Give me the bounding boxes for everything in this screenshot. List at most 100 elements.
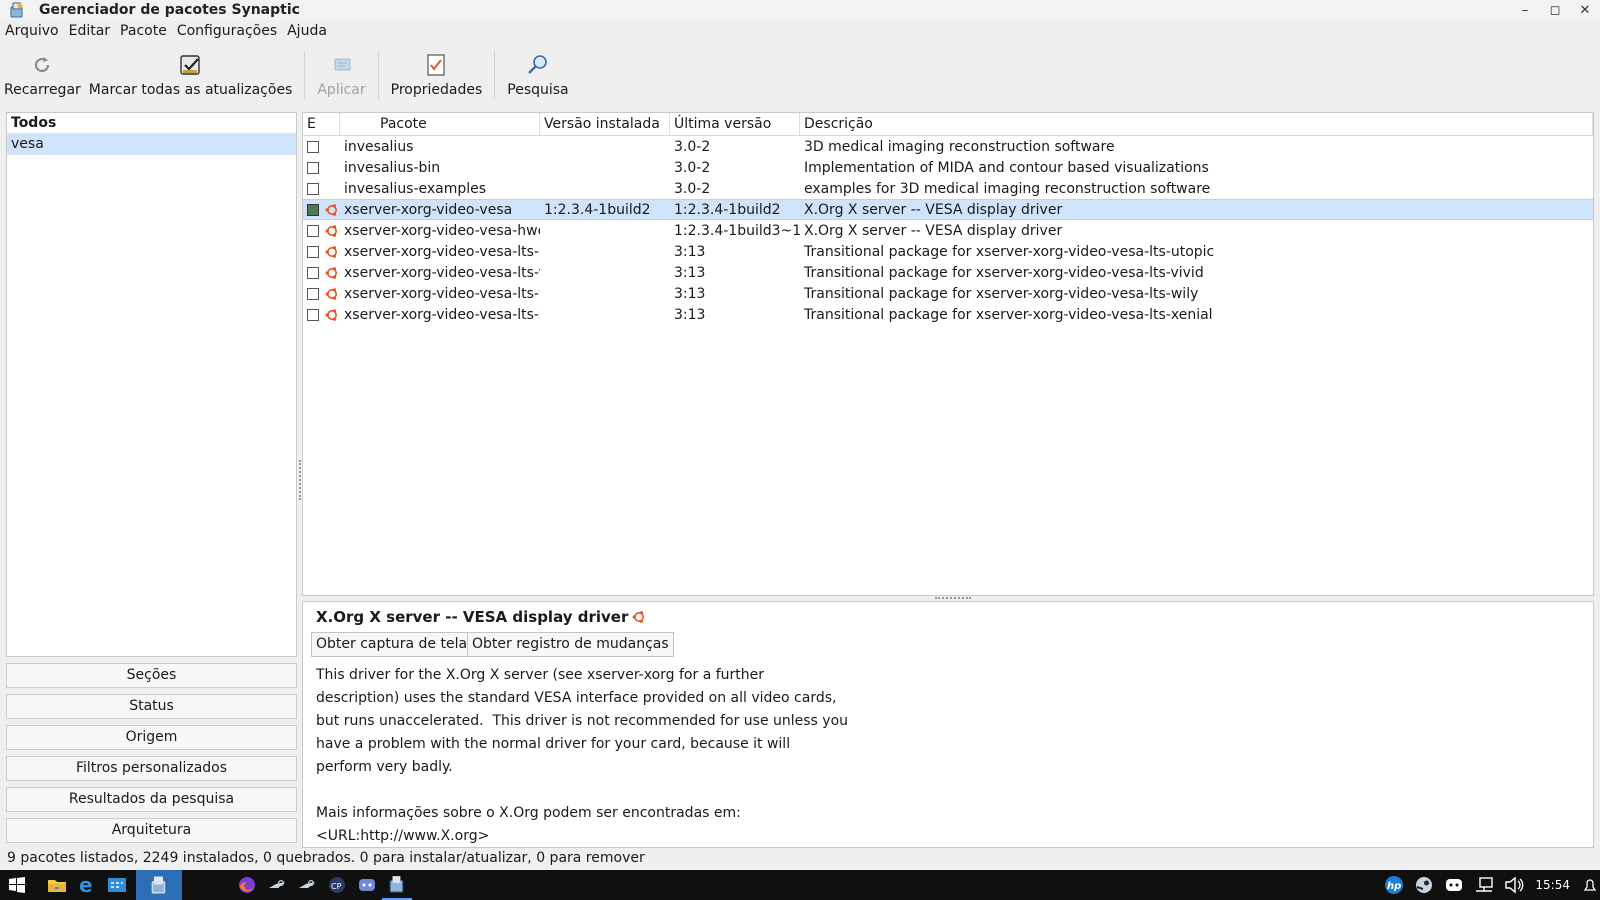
- package-table: E Pacote Versão instalada Última versão …: [302, 112, 1594, 596]
- package-checkbox[interactable]: [307, 308, 319, 321]
- steam-icon[interactable]: [292, 870, 322, 900]
- table-row[interactable]: xserver-xorg-video-vesa-lts-x 3:13 Transit…: [303, 304, 1593, 325]
- edge-browser-icon[interactable]: e: [72, 870, 102, 900]
- properties-label: Propriedades: [390, 82, 483, 98]
- svg-text:hp: hp: [1387, 881, 1401, 892]
- package-checkbox[interactable]: [307, 245, 319, 258]
- row-status-cell: [303, 308, 340, 322]
- windows-start-icon[interactable]: [2, 870, 32, 900]
- latest-version: 1:2.3.4-1build3~16.: [674, 222, 800, 239]
- latest-version: 3:13: [674, 264, 706, 281]
- mark-all-upgrades-button[interactable]: Marcar todas as atualizações: [85, 46, 297, 104]
- table-header: E Pacote Versão instalada Última versão …: [303, 113, 1593, 136]
- filter-list-header[interactable]: Todos: [7, 113, 296, 134]
- properties-button[interactable]: Propriedades: [387, 46, 487, 104]
- reload-label: Recarregar: [4, 82, 81, 98]
- terminal-app-icon[interactable]: [102, 870, 132, 900]
- taskbar: e CP hp 15:54: [0, 870, 1600, 900]
- synaptic-taskbar-icon[interactable]: [136, 870, 182, 900]
- cpu-z-icon[interactable]: CP: [322, 870, 352, 900]
- discord-icon[interactable]: [352, 870, 382, 900]
- steam-tray-icon[interactable]: [1409, 870, 1439, 900]
- table-row[interactable]: xserver-xorg-video-vesa-lts-v 3:13 Transit…: [303, 262, 1593, 283]
- discord-tray-icon[interactable]: [1439, 870, 1469, 900]
- taskbar-clock[interactable]: 15:54: [1535, 878, 1570, 892]
- package-checkbox[interactable]: [307, 224, 319, 237]
- column-header-installed-version[interactable]: Versão instalada: [540, 113, 670, 135]
- package-description: Transitional package for xserver-xorg-vi…: [804, 285, 1199, 302]
- menu-arquivo[interactable]: Arquivo: [5, 23, 59, 39]
- package-description: X.Org X server -- VESA display driver: [804, 201, 1063, 218]
- network-icon[interactable]: [1469, 870, 1499, 900]
- status-bar: 9 pacotes listados, 2249 instalados, 0 q…: [7, 850, 645, 866]
- notifications-icon[interactable]: [1580, 870, 1600, 900]
- table-row[interactable]: invesalius 3.0-2 3D medical imaging recons…: [303, 136, 1593, 157]
- filter-list-item[interactable]: vesa: [7, 134, 296, 155]
- package-name: invesalius: [344, 138, 414, 155]
- get-changelog-button[interactable]: Obter registro de mudanças: [467, 632, 674, 657]
- package-checkbox[interactable]: [307, 161, 319, 174]
- properties-icon: [423, 52, 449, 78]
- filter-list: Todos vesa: [6, 112, 297, 657]
- package-checkbox[interactable]: [307, 182, 319, 195]
- file-explorer-icon[interactable]: [42, 870, 72, 900]
- reload-button[interactable]: Recarregar: [0, 46, 85, 104]
- maximize-button[interactable]: ◻: [1540, 3, 1570, 18]
- split-resize-handle[interactable]: [935, 597, 971, 599]
- window-title: Gerenciador de pacotes Synaptic: [39, 2, 300, 18]
- apply-icon: [329, 52, 355, 78]
- table-row[interactable]: xserver-xorg-video-vesa-hwe 1:2.3.4-1buil…: [303, 220, 1593, 241]
- package-name: xserver-xorg-video-vesa-lts-w: [344, 285, 540, 302]
- row-status-cell: [303, 140, 340, 153]
- menu-editar[interactable]: Editar: [69, 23, 110, 39]
- minimize-button[interactable]: –: [1510, 3, 1540, 18]
- menu-pacote[interactable]: Pacote: [120, 23, 167, 39]
- architecture-filter-button[interactable]: Arquitetura: [6, 818, 297, 843]
- column-header-status[interactable]: E: [303, 113, 340, 135]
- ubuntu-icon: [325, 266, 337, 279]
- package-checkbox[interactable]: [307, 203, 319, 216]
- search-results-button[interactable]: Resultados da pesquisa: [6, 787, 297, 812]
- apply-button[interactable]: Aplicar: [313, 46, 369, 104]
- row-status-cell: [303, 287, 340, 301]
- hp-icon[interactable]: hp: [1379, 870, 1409, 900]
- table-body: invesalius 3.0-2 3D medical imaging recons…: [303, 136, 1593, 325]
- package-checkbox[interactable]: [307, 287, 319, 300]
- ubuntu-icon: [632, 611, 645, 623]
- package-description: Implementation of MIDA and contour based…: [804, 159, 1209, 176]
- close-button[interactable]: ✕: [1570, 3, 1600, 18]
- row-status-cell: [303, 266, 340, 280]
- menu-bar: Arquivo Editar Pacote Configurações Ajud…: [0, 20, 1600, 42]
- sections-filter-button[interactable]: Seções: [6, 663, 297, 688]
- package-name: xserver-xorg-video-vesa-lts-v: [344, 264, 540, 281]
- get-screenshot-button[interactable]: Obter captura de tela: [311, 632, 473, 657]
- table-row[interactable]: xserver-xorg-video-vesa 1:2.3.4-1build2 1:…: [303, 199, 1593, 220]
- synaptic-running-icon[interactable]: [382, 870, 412, 900]
- custom-filters-button[interactable]: Filtros personalizados: [6, 756, 297, 781]
- menu-ajuda[interactable]: Ajuda: [287, 23, 327, 39]
- status-filter-button[interactable]: Status: [6, 694, 297, 719]
- origin-filter-button[interactable]: Origem: [6, 725, 297, 750]
- column-header-description[interactable]: Descrição: [800, 113, 1593, 135]
- steam-icon[interactable]: [262, 870, 292, 900]
- package-checkbox[interactable]: [307, 266, 319, 279]
- table-row[interactable]: invesalius-examples 3.0-2 examples for 3D …: [303, 178, 1593, 199]
- column-header-latest-version[interactable]: Última versão: [670, 113, 800, 135]
- firefox-icon[interactable]: [232, 870, 262, 900]
- volume-icon[interactable]: [1499, 870, 1529, 900]
- latest-version: 1:2.3.4-1build2: [674, 201, 781, 218]
- table-row[interactable]: invesalius-bin 3.0-2 Implementation of MID…: [303, 157, 1593, 178]
- toolbar-separator: [304, 51, 306, 99]
- package-checkbox[interactable]: [307, 140, 319, 153]
- latest-version: 3.0-2: [674, 159, 711, 176]
- column-header-package[interactable]: Pacote: [340, 113, 540, 135]
- toolbar-separator: [494, 51, 496, 99]
- package-name: xserver-xorg-video-vesa-lts-x: [344, 306, 540, 323]
- table-row[interactable]: xserver-xorg-video-vesa-lts-w 3:13 Transit…: [303, 283, 1593, 304]
- table-row[interactable]: xserver-xorg-video-vesa-lts-u 3:13 Transit…: [303, 241, 1593, 262]
- apply-label: Aplicar: [317, 82, 366, 98]
- latest-version: 3:13: [674, 243, 706, 260]
- menu-configuracoes[interactable]: Configurações: [177, 23, 277, 39]
- latest-version: 3.0-2: [674, 180, 711, 197]
- search-button[interactable]: Pesquisa: [503, 46, 572, 104]
